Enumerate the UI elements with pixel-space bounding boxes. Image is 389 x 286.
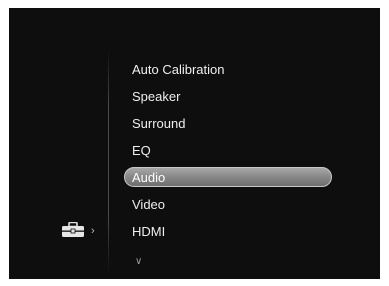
toolbox-icon — [62, 222, 84, 237]
menu-item-label: Auto Calibration — [132, 62, 225, 77]
menu-divider — [108, 48, 109, 273]
menu-item-label: Surround — [132, 116, 186, 131]
menu-item-label: Audio — [132, 170, 166, 185]
menu-item-auto-calibration[interactable]: Auto Calibration — [122, 56, 342, 83]
menu-item-video[interactable]: Video — [122, 191, 342, 218]
menu-item-speaker[interactable]: Speaker — [122, 83, 342, 110]
menu-item-label: EQ — [132, 143, 151, 158]
menu-item-label: Speaker — [132, 89, 181, 104]
menu-item-label: Video — [132, 197, 166, 212]
setup-screen: › Auto Calibration Speaker Surround EQ A… — [9, 8, 380, 279]
chevron-right-icon: › — [91, 225, 95, 237]
menu-item-label: HDMI — [132, 224, 166, 239]
setup-menu: Auto Calibration Speaker Surround EQ Aud… — [122, 56, 342, 245]
menu-item-surround[interactable]: Surround — [122, 110, 342, 137]
menu-item-hdmi[interactable]: HDMI — [122, 218, 342, 245]
menu-item-eq[interactable]: EQ — [122, 137, 342, 164]
menu-item-audio[interactable]: Audio — [122, 164, 342, 191]
chevron-down-icon[interactable]: ∨ — [135, 256, 142, 267]
